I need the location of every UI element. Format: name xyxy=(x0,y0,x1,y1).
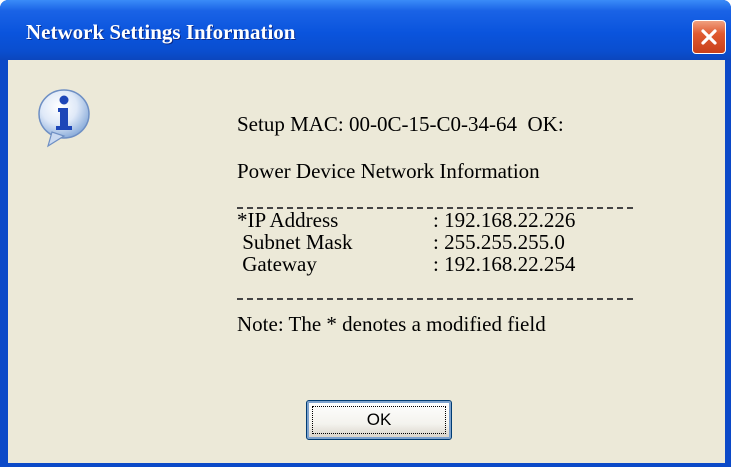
note-text: Note: The * denotes a modified field xyxy=(237,312,546,336)
gateway-label: Gateway xyxy=(237,252,317,276)
subnet-mask-value: : 255.255.255.0 xyxy=(433,230,565,254)
setup-mac-line: Setup MAC: 00-0C-15-C0-34-64 OK: xyxy=(237,112,564,136)
subnet-mask-label: Subnet Mask xyxy=(237,230,353,254)
dialog-window: Network Settings Information Setup MAC: … xyxy=(0,0,731,467)
info-icon xyxy=(38,89,90,148)
ip-address-value: : 192.168.22.226 xyxy=(433,208,576,232)
divider-top xyxy=(237,207,633,209)
focus-ring xyxy=(312,406,446,434)
gateway-value: : 192.168.22.254 xyxy=(433,252,576,276)
section-heading: Power Device Network Information xyxy=(237,159,540,183)
window-title: Network Settings Information xyxy=(26,20,296,44)
ip-address-label: *IP Address xyxy=(237,208,339,232)
ok-button[interactable]: OK xyxy=(306,400,452,440)
dialog-body: Setup MAC: 00-0C-15-C0-34-64 OK: Power D… xyxy=(8,60,725,463)
divider-bottom xyxy=(237,298,633,300)
close-button[interactable] xyxy=(692,20,726,54)
close-x-icon xyxy=(701,29,717,45)
title-bar[interactable]: Network Settings Information xyxy=(0,0,731,60)
